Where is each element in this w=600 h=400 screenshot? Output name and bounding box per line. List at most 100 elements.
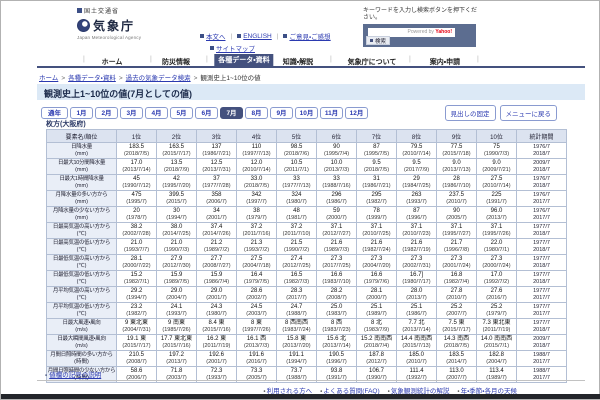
rank-6-cell: 21.6(1989/7/3) (317, 239, 357, 255)
rank-4-cell: 16.1 西(2013/7/3) (237, 335, 277, 351)
element-label-cell: 日最大1時間降水量(mm) (47, 175, 117, 191)
record-date: (2011/7/16) (237, 231, 276, 238)
record-value: 38.2 (117, 224, 156, 232)
record-date: (2015/7/17) (157, 151, 196, 158)
statistic-period-cell: 1976/72017/7 (517, 191, 567, 207)
rank-7-cell: 187.8(2012/7) (357, 351, 397, 367)
statistic-period-cell: 1976/72018/7 (517, 143, 567, 159)
search-button[interactable]: 検索 (366, 36, 390, 45)
month-tab-1[interactable]: 1月 (70, 107, 93, 119)
record-value: 113.0 (437, 368, 476, 376)
rank-10-cell: 75(1990/7/3) (477, 143, 517, 159)
record-value: 37.1 (477, 224, 516, 232)
month-tabs: 通年1月2月3月4月5月6月7月8月9月10月11月12月 (41, 107, 370, 125)
record-date: (2002/7/28) (117, 231, 156, 238)
month-tab-0[interactable]: 通年 (41, 107, 68, 119)
quick-link-1-0[interactable]: サイトマップ (210, 43, 255, 53)
breadcrumb-item-1[interactable]: 各種データ・資料 (68, 75, 116, 82)
record-date: (1995/7/26) (477, 231, 516, 238)
rank-5-cell: 21.5(1990/7/2) (277, 239, 317, 255)
rank-2-cell: 27.9(2012/7/30) (157, 255, 197, 271)
record-value: 28.1 (357, 288, 396, 296)
record-date: (2013/7/13) (437, 167, 476, 174)
nav-separator: | (150, 56, 152, 63)
column-header-10: 10位 (477, 130, 517, 143)
record-value: 183.5 (117, 144, 156, 152)
rank-2-cell: 24.1(1993/7) (157, 303, 197, 319)
record-date: (1981/7) (277, 215, 316, 222)
element-label-cell: 日最高気温の高い方から(℃) (47, 223, 117, 239)
record-value: 37 (197, 176, 236, 184)
nav-separator: | (330, 56, 332, 63)
period-start: 1977/7 (517, 288, 566, 295)
agency-logo[interactable]: 国土交通省 気象庁 Japan Meteorological Agency (77, 6, 141, 40)
record-value: 15.8 東 (277, 336, 316, 344)
record-date: (1994/7) (117, 295, 156, 302)
record-date: (1990/7/12) (117, 183, 156, 190)
breadcrumb-separator: > (194, 75, 198, 82)
month-tab-2[interactable]: 2月 (95, 107, 118, 119)
quick-link-0-1[interactable]: ENGLISH (237, 33, 272, 40)
record-date: (1991/7) (477, 199, 516, 206)
breadcrumb-item-0[interactable]: ホーム (39, 75, 58, 82)
rank-9-cell: 77.5(2015/7/18) (437, 143, 477, 159)
record-date: (1986/7/4) (197, 279, 236, 286)
rank-6-cell: 190.5(1996/7) (317, 351, 357, 367)
record-date: (2015/7/16) (157, 343, 196, 350)
record-value: 96.0 (477, 208, 516, 216)
fix-heading-button[interactable]: 見出しの固定 (445, 105, 496, 121)
month-tab-12[interactable]: 12月 (345, 107, 368, 119)
record-date: (1995/7/5) (357, 151, 396, 158)
element-name: 月降水量の多い方から (47, 192, 116, 199)
record-date: (2004/7) (477, 359, 516, 366)
element-label-cell: 月降水量の少ない方から(mm) (47, 207, 117, 223)
record-date: (2014/7/25) (157, 231, 196, 238)
record-value: 17.0 (117, 160, 156, 168)
month-tab-4[interactable]: 4月 (145, 107, 168, 119)
breadcrumb-item-2[interactable]: 過去の気象データ検索 (126, 75, 191, 82)
record-date: (1999/7) (357, 215, 396, 222)
record-value: 183.5 (437, 352, 476, 360)
rank-9-cell: 90(2005/7) (437, 207, 477, 223)
table-row: 日最高気温の低い方から(℃)21.0(1993/7/7)21.0(1990/7/… (47, 239, 567, 255)
month-tab-3[interactable]: 3月 (120, 107, 143, 119)
symbol-note-link[interactable]: 値欄の記号の説明 (49, 372, 101, 379)
month-tab-8[interactable]: 8月 (245, 107, 268, 119)
record-date: (2000/7) (317, 215, 356, 222)
rank-10-cell: 22.0(1980/7/1) (477, 239, 517, 255)
element-label-cell: 月間日照時間の多い方から(時間) (47, 351, 117, 367)
record-value: 14.0 南南西 (477, 336, 516, 344)
element-unit: (mm) (47, 183, 116, 190)
month-tab-10[interactable]: 10月 (295, 107, 318, 119)
square-bullet-icon (237, 34, 241, 38)
rank-10-cell: 7.3 東北東(2011/7/19) (477, 319, 517, 335)
month-tab-6[interactable]: 6月 (195, 107, 218, 119)
month-tab-7[interactable]: 7月 (220, 107, 243, 119)
record-date: (2001/7) (197, 359, 236, 366)
month-tab-5[interactable]: 5月 (170, 107, 193, 119)
column-header-9: 9位 (437, 130, 477, 143)
period-end: 2017/7 (517, 215, 566, 222)
back-to-menu-button[interactable]: メニューに戻る (500, 105, 558, 121)
record-value: 48 (277, 208, 316, 216)
column-header-5: 5位 (277, 130, 317, 143)
search-panel: Powered by Yahoo! 検索 (363, 24, 476, 47)
record-date: (1989/7/5) (157, 279, 196, 286)
record-value: 21.0 (117, 240, 156, 248)
record-date: (1982/7) (117, 311, 156, 318)
rank-10-cell: 27.6(2016/7) (477, 287, 517, 303)
period-start: 1976/7 (517, 208, 566, 215)
month-tab-9[interactable]: 9月 (270, 107, 293, 119)
quick-link-0-2[interactable]: ご意見・ご感想 (283, 31, 330, 41)
rank-7-cell: 21.6(1982/7/24) (357, 239, 397, 255)
quick-link-0-0[interactable]: 本文へ (200, 31, 226, 41)
rank-10-cell: 25.2(1979/7) (477, 303, 517, 319)
record-date: (1997/7) (237, 199, 276, 206)
period-start: 2009/7 (517, 160, 566, 167)
record-date: (2018/7/9) (157, 167, 196, 174)
period-start: 1988/7 (517, 352, 566, 359)
record-date: (1986/7) (397, 311, 436, 318)
record-value: 263 (397, 192, 436, 200)
month-tab-11[interactable]: 11月 (320, 107, 343, 119)
record-value: 106.7 (357, 368, 396, 376)
